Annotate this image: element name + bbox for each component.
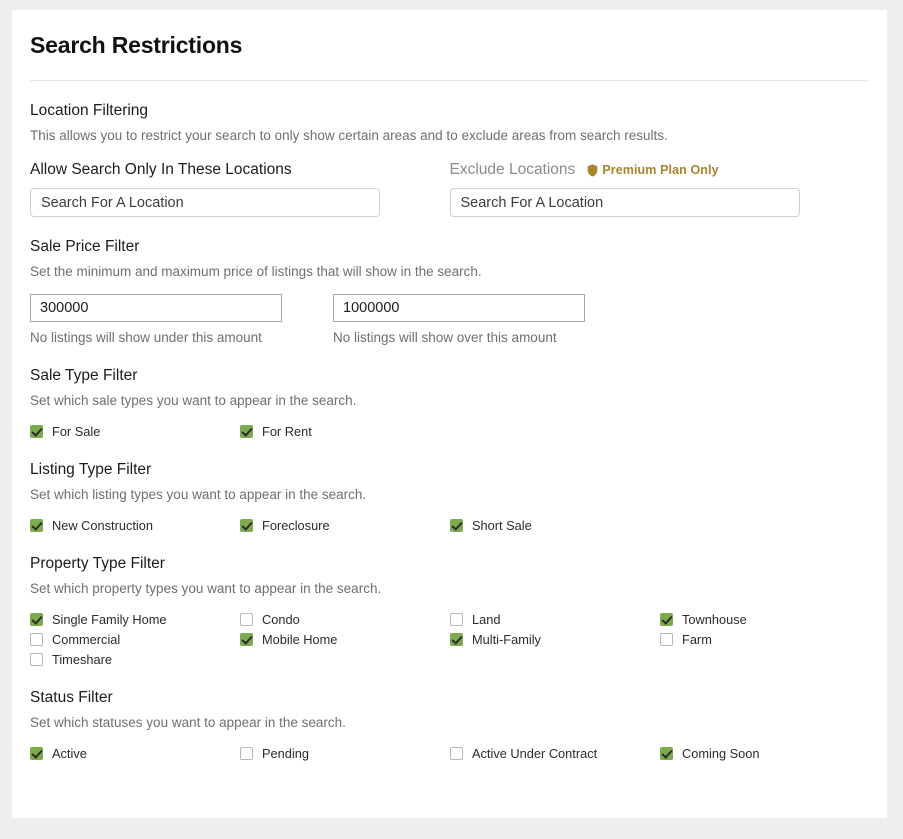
checkbox-label: Commercial — [52, 632, 121, 647]
checkbox-label: Timeshare — [52, 652, 112, 667]
checkbox-label: Mobile Home — [262, 632, 338, 647]
section-property-type-filter: Property Type Filter Set which property … — [30, 555, 869, 668]
search-restrictions-card: Search Restrictions Location Filtering T… — [12, 10, 887, 818]
checkbox-checked-icon[interactable] — [450, 633, 463, 646]
checkbox-item[interactable]: Pending — [240, 745, 450, 762]
section-title: Listing Type Filter — [30, 461, 152, 478]
checkbox-unchecked-icon[interactable] — [240, 613, 253, 626]
checkbox-item[interactable]: Timeshare — [30, 651, 240, 668]
location-inputs-row: Allow Search Only In These Locations Exc… — [30, 161, 869, 217]
shield-icon — [588, 163, 598, 176]
checkbox-item[interactable]: Active Under Contract — [450, 745, 660, 762]
section-title: Sale Price Filter — [30, 238, 140, 255]
checkbox-checked-icon[interactable] — [660, 613, 673, 626]
checkbox-label: For Sale — [52, 424, 101, 439]
checkbox-item[interactable]: Multi-Family — [450, 631, 660, 648]
checkbox-label: New Construction — [52, 518, 153, 533]
checkbox-checked-icon[interactable] — [30, 613, 43, 626]
checkbox-item[interactable]: Coming Soon — [660, 745, 870, 762]
section-listing-type-filter: Listing Type Filter Set which listing ty… — [30, 461, 869, 534]
exclude-locations-label-text: Exclude Locations — [449, 161, 576, 178]
section-description: This allows you to restrict your search … — [30, 128, 668, 143]
listing-type-checkbox-grid: New Construction Foreclosure Short Sale — [30, 517, 869, 534]
allow-locations-search-input[interactable] — [30, 188, 380, 217]
checkbox-item[interactable]: Active — [30, 745, 240, 762]
exclude-locations-label: Exclude Locations Premium Plan Only — [450, 161, 870, 179]
checkbox-label: Active — [52, 746, 87, 761]
checkbox-item[interactable]: Condo — [240, 611, 450, 628]
checkbox-item[interactable]: Farm — [660, 631, 870, 648]
checkbox-item[interactable]: New Construction — [30, 517, 240, 534]
checkbox-item[interactable]: For Sale — [30, 423, 240, 440]
checkbox-label: Coming Soon — [682, 746, 760, 761]
premium-plan-badge-text: Premium Plan Only — [602, 163, 719, 177]
max-price-hint: No listings will show over this amount — [333, 330, 557, 345]
checkbox-item[interactable]: Commercial — [30, 631, 240, 648]
checkbox-item[interactable]: Mobile Home — [240, 631, 450, 648]
premium-plan-badge: Premium Plan Only — [587, 161, 719, 179]
max-price-input[interactable] — [333, 294, 585, 322]
section-description: Set which listing types you want to appe… — [30, 487, 367, 502]
section-description: Set the minimum and maximum price of lis… — [30, 264, 482, 279]
min-price-group: No listings will show under this amount — [30, 294, 333, 346]
exclude-locations-group: Exclude Locations Premium Plan Only — [449, 161, 870, 217]
section-status-filter: Status Filter Set which statuses you wan… — [30, 689, 869, 762]
checkbox-checked-icon[interactable] — [660, 747, 673, 760]
checkbox-item[interactable]: Foreclosure — [240, 517, 450, 534]
section-title: Status Filter — [30, 689, 113, 706]
checkbox-label: Townhouse — [682, 612, 747, 627]
section-description: Set which sale types you want to appear … — [30, 393, 357, 408]
checkbox-label: Condo — [262, 612, 300, 627]
sale-type-checkbox-grid: For Sale For Rent — [30, 423, 869, 440]
section-title: Location Filtering — [30, 102, 149, 119]
checkbox-checked-icon[interactable] — [30, 425, 43, 438]
section-description: Set which statuses you want to appear in… — [30, 715, 346, 730]
checkbox-label: Pending — [262, 746, 309, 761]
checkbox-label: For Rent — [262, 424, 312, 439]
checkbox-label: Land — [472, 612, 501, 627]
checkbox-unchecked-icon[interactable] — [30, 653, 43, 666]
checkbox-checked-icon[interactable] — [240, 519, 253, 532]
checkbox-label: Multi-Family — [472, 632, 541, 647]
section-sale-price-filter: Sale Price Filter Set the minimum and ma… — [30, 238, 869, 346]
section-sale-type-filter: Sale Type Filter Set which sale types yo… — [30, 367, 869, 440]
checkbox-label: Active Under Contract — [472, 746, 598, 761]
min-price-hint: No listings will show under this amount — [30, 330, 262, 345]
section-title: Property Type Filter — [30, 555, 165, 572]
checkbox-checked-icon[interactable] — [240, 425, 253, 438]
checkbox-checked-icon[interactable] — [30, 747, 43, 760]
checkbox-unchecked-icon[interactable] — [450, 747, 463, 760]
property-type-checkbox-grid: Single Family Home Condo Land Townhouse Comm… — [30, 611, 869, 668]
checkbox-checked-icon[interactable] — [240, 633, 253, 646]
section-location-filtering: Location Filtering This allows you to re… — [30, 102, 869, 217]
exclude-locations-search-input[interactable] — [449, 188, 800, 217]
checkbox-label: Short Sale — [472, 518, 532, 533]
page-title: Search Restrictions — [30, 32, 243, 58]
allow-locations-label: Allow Search Only In These Locations — [30, 161, 292, 178]
checkbox-unchecked-icon[interactable] — [30, 633, 43, 646]
checkbox-label: Foreclosure — [262, 518, 330, 533]
checkbox-label: Farm — [682, 632, 712, 647]
status-checkbox-grid: Active Pending Active Under Contract Coming… — [30, 745, 869, 762]
checkbox-unchecked-icon[interactable] — [240, 747, 253, 760]
section-title: Sale Type Filter — [30, 367, 138, 384]
max-price-group: No listings will show over this amount — [333, 294, 636, 346]
checkbox-item[interactable]: Short Sale — [450, 517, 660, 534]
checkbox-item[interactable]: Land — [450, 611, 660, 628]
checkbox-unchecked-icon[interactable] — [660, 633, 673, 646]
checkbox-checked-icon[interactable] — [450, 519, 463, 532]
checkbox-checked-icon[interactable] — [30, 519, 43, 532]
checkbox-label: Single Family Home — [52, 612, 167, 627]
header-divider — [30, 80, 869, 81]
checkbox-item[interactable]: For Rent — [240, 423, 450, 440]
checkbox-item[interactable]: Townhouse — [660, 611, 870, 628]
checkbox-item[interactable]: Single Family Home — [30, 611, 240, 628]
section-description: Set which property types you want to app… — [30, 581, 382, 596]
checkbox-unchecked-icon[interactable] — [450, 613, 463, 626]
price-inputs-row: No listings will show under this amount … — [30, 294, 869, 346]
min-price-input[interactable] — [30, 294, 282, 322]
allow-locations-group: Allow Search Only In These Locations — [30, 161, 450, 217]
